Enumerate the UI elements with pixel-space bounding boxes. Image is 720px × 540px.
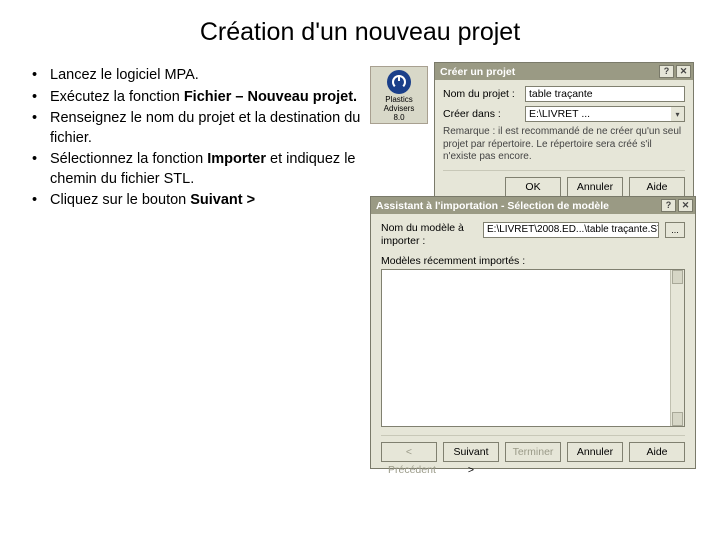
back-button[interactable]: < Précédent bbox=[381, 442, 437, 462]
cancel-button[interactable]: Annuler bbox=[567, 177, 623, 197]
help-button[interactable]: Aide bbox=[629, 442, 685, 462]
project-name-input[interactable]: table traçante bbox=[525, 86, 685, 102]
recent-models-label: Modèles récemment importés : bbox=[381, 255, 685, 267]
dialog-title: Créer un projet bbox=[440, 66, 515, 78]
bullet-3: Renseignez le nom du projet et la destin… bbox=[40, 109, 362, 148]
dialog-title: Assistant à l'importation - Sélection de… bbox=[376, 200, 609, 212]
import-wizard-dialog: Assistant à l'importation - Sélection de… bbox=[370, 196, 696, 469]
bullet-1: Lancez le logiciel MPA. bbox=[40, 66, 362, 86]
dialog-titlebar: Assistant à l'importation - Sélection de… bbox=[371, 197, 695, 214]
mpa-icon-label2: 8.0 bbox=[371, 113, 427, 122]
model-path-input[interactable]: E:\LIVRET\2008.ED...\table traçante.STL bbox=[483, 222, 659, 238]
next-button[interactable]: Suivant > bbox=[443, 442, 499, 462]
bullet-4: Sélectionnez la fonction Importer et ind… bbox=[40, 150, 362, 189]
finish-button[interactable]: Terminer bbox=[505, 442, 561, 462]
create-in-dropdown[interactable]: E:\LIVRET ... bbox=[525, 106, 671, 122]
help-window-button[interactable]: ? bbox=[659, 65, 674, 78]
bullet-5: Cliquez sur le bouton Suivant > bbox=[40, 191, 362, 211]
mpa-icon-label1: Plastics Advisers bbox=[371, 95, 427, 113]
dialog-titlebar: Créer un projet ? ✕ bbox=[435, 63, 693, 80]
power-icon bbox=[387, 70, 411, 94]
help-window-button[interactable]: ? bbox=[661, 199, 676, 212]
close-window-button[interactable]: ✕ bbox=[678, 199, 693, 212]
help-button[interactable]: Aide bbox=[629, 177, 685, 197]
browse-button[interactable]: ... bbox=[665, 222, 685, 238]
remark-text: Remarque : il est recommandé de ne créer… bbox=[443, 126, 685, 164]
scrollbar[interactable] bbox=[670, 270, 684, 426]
chevron-down-icon[interactable]: ▾ bbox=[671, 106, 685, 122]
bullet-2: Exécutez la fonction Fichier – Nouveau p… bbox=[40, 88, 362, 108]
ok-button[interactable]: OK bbox=[505, 177, 561, 197]
close-window-button[interactable]: ✕ bbox=[676, 65, 691, 78]
project-name-label: Nom du projet : bbox=[443, 88, 525, 100]
create-in-label: Créer dans : bbox=[443, 108, 525, 120]
create-project-dialog: Créer un projet ? ✕ Nom du projet : tabl… bbox=[434, 62, 694, 204]
recent-models-listbox[interactable] bbox=[381, 269, 685, 427]
model-name-label: Nom du modèle à importer : bbox=[381, 222, 477, 247]
mpa-app-icon: Plastics Advisers 8.0 bbox=[370, 66, 428, 124]
cancel-button[interactable]: Annuler bbox=[567, 442, 623, 462]
bullet-list: Lancez le logiciel MPA. Exécutez la fonc… bbox=[22, 66, 362, 213]
slide-title: Création d'un nouveau projet bbox=[0, 0, 720, 55]
